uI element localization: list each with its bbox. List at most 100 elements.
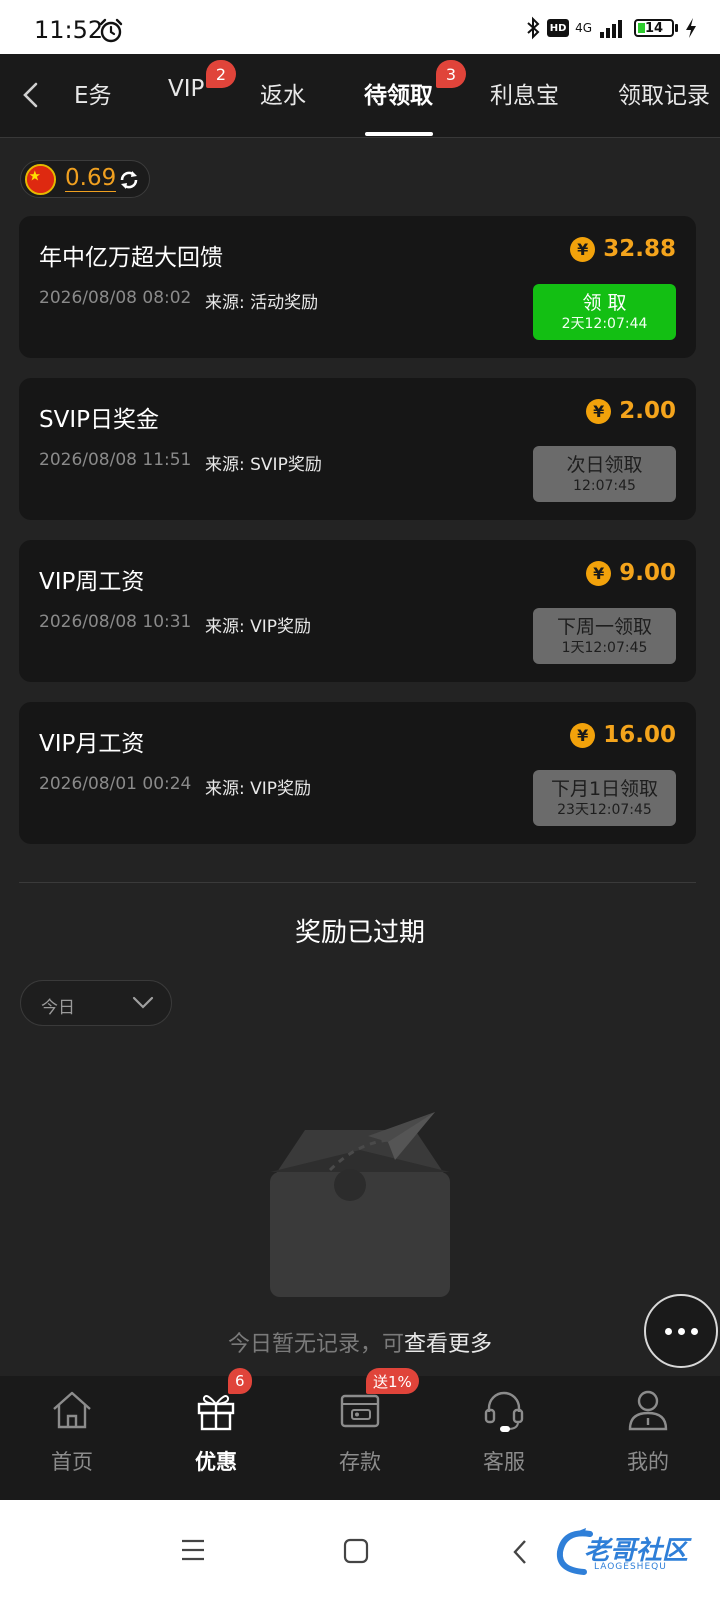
reward-amount: ¥ 32.88 (570, 236, 676, 262)
view-more-link[interactable]: 查看更多 (404, 1332, 492, 1357)
reward-source: 来源: VIP奖励 (205, 617, 312, 637)
reward-amount-value: 32.88 (603, 236, 676, 262)
reward-amount-value: 2.00 (619, 398, 676, 424)
watermark-subtext: LAOGESHEQU (594, 1562, 667, 1572)
promotions-badge: 6 (228, 1368, 252, 1394)
bottom-nav-label: 我的 (627, 1450, 669, 1474)
wallet-icon (340, 1394, 380, 1428)
reward-date: 2026/08/01 00:24 (39, 774, 192, 794)
claim-button-label: 次日领取 (566, 454, 643, 476)
empty-state-message: 今日暂无记录，可查看更多 (0, 1326, 720, 1358)
deposit-bonus-badge: 送1% (366, 1368, 419, 1394)
balance-pill: 0.69 (20, 160, 150, 198)
tab-vip[interactable]: VIP (168, 76, 204, 102)
section-divider (19, 882, 696, 883)
claim-button-label: 下月1日领取 (550, 778, 659, 800)
network-type: 4G (575, 21, 592, 35)
bottom-nav-label: 首页 (51, 1450, 93, 1474)
claim-button-label: 领 取 (582, 292, 627, 314)
empty-box-icon (270, 1112, 450, 1297)
reward-title: VIP月工资 (39, 731, 145, 757)
balance-value: 0.69 (65, 165, 117, 192)
bottom-nav-label: 客服 (483, 1450, 525, 1474)
tab-rebate[interactable]: 返水 (260, 76, 306, 110)
top-tab-bar: E务 VIP 2 返水 待领取 3 利息宝 领取记录 (0, 54, 720, 138)
reward-amount: ¥ 9.00 (586, 560, 676, 586)
status-icons: HD 4G 14 (525, 14, 698, 42)
battery-tip (675, 24, 678, 32)
claim-countdown: 2天12:07:44 (561, 316, 648, 332)
battery-icon: 14 (634, 19, 674, 37)
system-back-icon[interactable] (510, 1538, 530, 1566)
refresh-icon[interactable] (117, 168, 141, 192)
reward-source: 来源: SVIP奖励 (205, 455, 322, 475)
home-button-icon[interactable] (343, 1538, 369, 1564)
expired-section-title: 奖励已过期 (294, 918, 425, 948)
reward-card: 年中亿万超大回馈 2026/08/08 08:02 来源: 活动奖励 ¥ 32.… (19, 216, 696, 358)
battery-level: 14 (644, 20, 664, 36)
reward-source: 来源: VIP奖励 (205, 779, 312, 799)
headset-icon (484, 1391, 524, 1432)
claim-button-label: 下周一领取 (556, 616, 652, 638)
watermark-logo: 老哥社区 LAOGESHEQU (554, 1524, 704, 1582)
tab-interest[interactable]: 利息宝 (490, 76, 559, 110)
more-dot (664, 1327, 672, 1335)
date-filter-value: 今日 (41, 998, 75, 1018)
more-dot (677, 1327, 685, 1335)
tab-pending-badge: 3 (436, 60, 466, 88)
claim-countdown: 23天12:07:45 (557, 802, 652, 818)
china-flag-icon (25, 164, 56, 195)
bottom-nav-profile[interactable]: 我的 (576, 1376, 720, 1500)
system-nav-bar: 老哥社区 LAOGESHEQU (0, 1500, 720, 1600)
claim-button[interactable]: 领 取 2天12:07:44 (533, 284, 676, 340)
reward-card: SVIP日奖金 2026/08/08 11:51 来源: SVIP奖励 ¥ 2.… (19, 378, 696, 520)
reward-card: VIP周工资 2026/08/08 10:31 来源: VIP奖励 ¥ 9.00… (19, 540, 696, 682)
bluetooth-icon (527, 16, 540, 40)
bottom-nav-deposit[interactable]: 送1% 存款 (288, 1368, 432, 1500)
chevron-down-icon (132, 996, 154, 1009)
claim-button-disabled[interactable]: 次日领取 12:07:45 (533, 446, 676, 502)
reward-title: SVIP日奖金 (39, 407, 159, 433)
status-bar: 11:52 HD 4G 14 (0, 0, 720, 54)
claim-countdown: 12:07:45 (573, 478, 636, 494)
bottom-nav-support[interactable]: 客服 (432, 1376, 576, 1500)
bottom-nav-promotions[interactable]: 6 优惠 (144, 1368, 288, 1500)
tab-pending-claim[interactable]: 待领取 (364, 76, 433, 110)
tab-tasks[interactable]: E务 (74, 76, 112, 110)
reward-source: 来源: 活动奖励 (205, 293, 319, 313)
yen-coin-icon: ¥ (570, 236, 596, 262)
yen-coin-icon: ¥ (586, 560, 612, 586)
reward-title: VIP周工资 (39, 569, 145, 595)
claim-button-disabled[interactable]: 下周一领取 1天12:07:45 (533, 608, 676, 664)
empty-state-text: 今日暂无记录，可 (227, 1332, 404, 1357)
more-options-button[interactable] (644, 1294, 718, 1368)
claim-countdown: 1天12:07:45 (561, 640, 648, 656)
active-tab-indicator (365, 132, 433, 136)
signal-icon (600, 20, 622, 38)
back-icon[interactable] (16, 80, 46, 110)
bottom-nav-label: 存款 (339, 1450, 381, 1474)
alarm-icon (99, 18, 123, 43)
status-time: 11:52 (34, 16, 104, 44)
date-filter-select[interactable]: 今日 (20, 980, 172, 1026)
more-dot (690, 1327, 698, 1335)
yen-coin-icon: ¥ (570, 722, 596, 748)
yen-coin-icon: ¥ (586, 398, 612, 424)
recent-apps-icon[interactable] (180, 1538, 206, 1562)
gift-icon (197, 1395, 235, 1431)
bottom-nav: 首页 6 优惠 送1% 存款 客服 我的 (0, 1368, 720, 1500)
reward-amount: ¥ 16.00 (570, 722, 676, 748)
tab-claim-history[interactable]: 领取记录 (618, 76, 710, 110)
reward-amount: ¥ 2.00 (586, 398, 676, 424)
reward-date: 2026/08/08 08:02 (39, 288, 192, 308)
reward-date: 2026/08/08 11:51 (39, 450, 192, 470)
charging-icon (686, 18, 696, 38)
tab-vip-badge: 2 (206, 60, 236, 88)
hd-volte-icon: HD (547, 19, 570, 37)
bottom-nav-home[interactable]: 首页 (0, 1376, 144, 1500)
claim-button-disabled[interactable]: 下月1日领取 23天12:07:45 (533, 770, 676, 826)
reward-card: VIP月工资 2026/08/01 00:24 来源: VIP奖励 ¥ 16.0… (19, 702, 696, 844)
reward-date: 2026/08/08 10:31 (39, 612, 192, 632)
user-icon (628, 1390, 668, 1431)
bottom-nav-label: 优惠 (195, 1450, 237, 1474)
